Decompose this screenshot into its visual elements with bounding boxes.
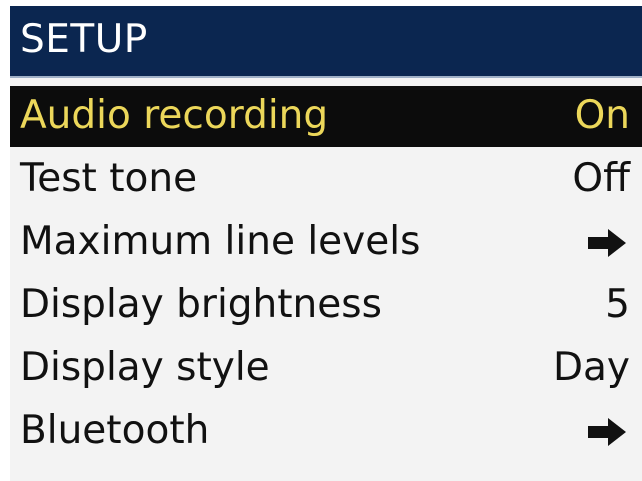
setup-screen: SETUP Audio recording On Test tone Off M… [10, 6, 642, 481]
arrow-right-icon [588, 229, 626, 257]
menu-item-value: On [574, 93, 630, 138]
menu-item-value: Day [552, 345, 630, 390]
menu-item-value: Off [572, 156, 630, 201]
menu-item-label: Display style [20, 345, 270, 390]
menu-item-label: Display brightness [20, 282, 382, 327]
page-title: SETUP [20, 17, 148, 62]
menu-item-value: 5 [605, 282, 630, 327]
menu-item-display-style[interactable]: Display style Day [10, 338, 642, 401]
menu-item-display-brightness[interactable]: Display brightness 5 [10, 275, 642, 338]
menu-item-label: Maximum line levels [20, 219, 421, 264]
menu-item-label: Test tone [20, 156, 198, 201]
menu-item-label: Bluetooth [20, 408, 210, 453]
setup-menu: Audio recording On Test tone Off Maximum… [10, 86, 642, 464]
menu-item-label: Audio recording [20, 93, 329, 138]
title-bar: SETUP [10, 6, 642, 78]
menu-item-audio-recording[interactable]: Audio recording On [10, 86, 642, 147]
menu-item-maximum-line-levels[interactable]: Maximum line levels [10, 212, 642, 275]
arrow-right-icon [588, 418, 626, 446]
menu-item-test-tone[interactable]: Test tone Off [10, 149, 642, 212]
menu-item-bluetooth[interactable]: Bluetooth [10, 401, 642, 464]
